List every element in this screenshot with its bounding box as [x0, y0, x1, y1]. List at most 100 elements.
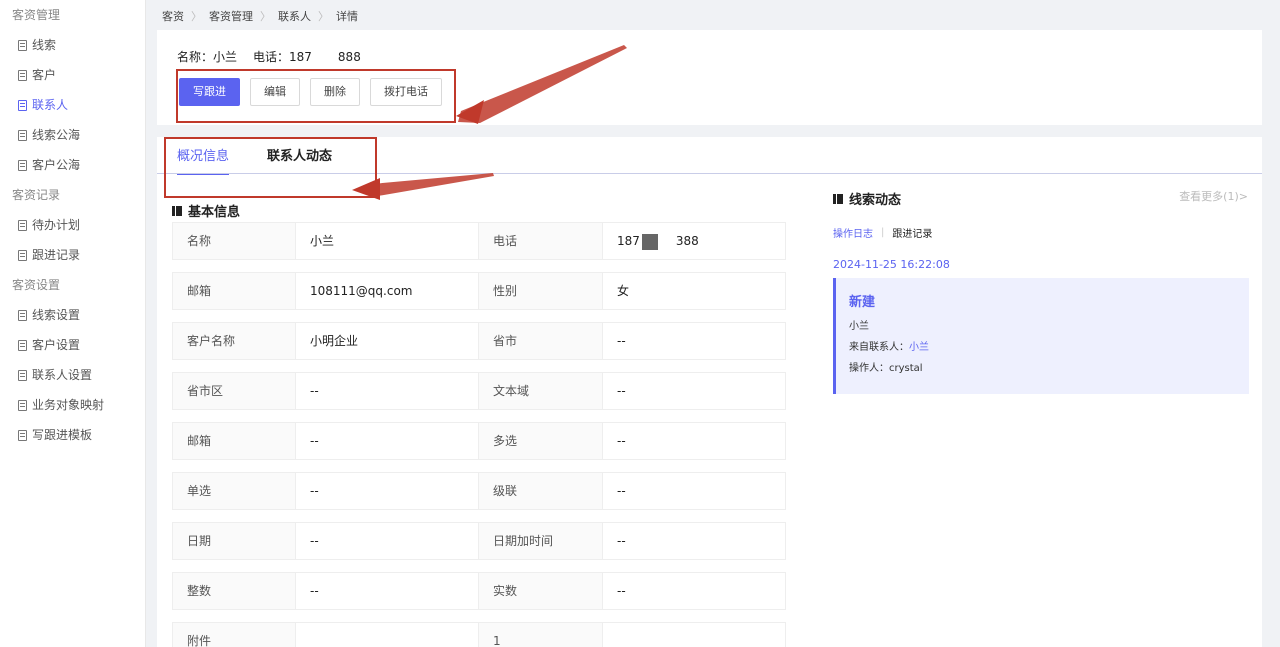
- sidebar-item-label: 客户: [32, 68, 57, 82]
- breadcrumb-item[interactable]: 联系人: [278, 8, 311, 24]
- table-row: 名称 小兰 电话 187 388: [172, 222, 787, 260]
- sidebar-item-customer-settings[interactable]: 客户设置: [0, 330, 145, 360]
- field-value: --: [296, 522, 479, 560]
- field-label: 省市区: [172, 372, 296, 410]
- field-value: --: [603, 472, 786, 510]
- book-icon: [172, 205, 182, 216]
- log-timestamp: 2024-11-25 16:22:08: [833, 258, 950, 271]
- contact-summary: 名称：小兰 电话：187 888: [177, 48, 361, 65]
- log-entry-subject: 小兰: [849, 321, 869, 332]
- table-row: 省市区 -- 文本域 --: [172, 372, 787, 410]
- document-icon: [18, 249, 27, 261]
- field-value: [603, 622, 786, 647]
- sidebar-group-customer-management: 客资管理: [12, 8, 61, 22]
- sidebar-item-label: 联系人设置: [32, 368, 93, 382]
- sidebar-item-follow-records[interactable]: 跟进记录: [0, 240, 145, 270]
- sidebar-item-lead-pool[interactable]: 线索公海: [0, 120, 145, 150]
- phone-prefix: 187: [617, 234, 640, 248]
- log-tabs: 操作日志 | 跟进记录: [833, 225, 932, 240]
- tab-separator: |: [881, 227, 885, 238]
- book-icon: [833, 193, 843, 204]
- dynamics-title-text: 线索动态: [849, 193, 902, 208]
- sidebar-item-label: 跟进记录: [32, 248, 81, 262]
- sidebar-item-customers[interactable]: 客户: [0, 60, 145, 90]
- breadcrumb-item[interactable]: 客资: [162, 8, 184, 24]
- sidebar-item-label: 联系人: [32, 98, 69, 112]
- breadcrumb-current: 详情: [336, 10, 358, 23]
- sidebar-group-settings: 客资设置: [12, 278, 61, 292]
- field-value: 108111@qq.com: [296, 272, 479, 310]
- field-value: --: [296, 472, 479, 510]
- field-label: 文本域: [479, 372, 603, 410]
- field-label: 实数: [479, 572, 603, 610]
- document-icon: [18, 69, 27, 81]
- field-label: 性别: [479, 272, 603, 310]
- phone-suffix: 388: [675, 234, 699, 248]
- document-icon: [18, 129, 27, 141]
- chevron-right-icon: 〉: [191, 10, 202, 23]
- sidebar-item-label: 线索设置: [32, 308, 81, 322]
- table-row: 客户名称 小明企业 省市 --: [172, 322, 787, 360]
- sidebar-item-label: 写跟进模板: [32, 428, 93, 442]
- document-icon: [18, 309, 27, 321]
- sidebar-item-customer-pool[interactable]: 客户公海: [0, 150, 145, 180]
- field-label: 邮箱: [172, 272, 296, 310]
- document-icon: [18, 39, 27, 51]
- field-value: 小兰: [296, 222, 479, 260]
- field-value: --: [603, 522, 786, 560]
- source-contact-link[interactable]: 小兰: [909, 342, 929, 353]
- chevron-right-icon: 〉: [318, 10, 329, 23]
- breadcrumb-item[interactable]: 客资管理: [209, 8, 253, 24]
- table-row: 附件 1: [172, 622, 787, 647]
- field-value: --: [603, 572, 786, 610]
- table-row: 整数 -- 实数 --: [172, 572, 787, 610]
- field-label: 1: [479, 622, 603, 647]
- field-label: 级联: [479, 472, 603, 510]
- phone-prefix: 电话：187: [253, 50, 312, 64]
- sidebar-item-label: 待办计划: [32, 218, 81, 232]
- sidebar-item-contact-settings[interactable]: 联系人设置: [0, 360, 145, 390]
- field-label: 名称: [172, 222, 296, 260]
- sidebar-item-object-mapping[interactable]: 业务对象映射: [0, 390, 145, 420]
- field-label: 单选: [172, 472, 296, 510]
- field-value: --: [296, 572, 479, 610]
- table-row: 邮箱 -- 多选 --: [172, 422, 787, 460]
- field-label: 多选: [479, 422, 603, 460]
- document-icon: [18, 369, 27, 381]
- field-value: --: [296, 422, 479, 460]
- table-row: 日期 -- 日期加时间 --: [172, 522, 787, 560]
- field-label: 客户名称: [172, 322, 296, 360]
- phone-suffix: 888: [337, 50, 361, 64]
- sidebar-item-label: 线索公海: [32, 128, 81, 142]
- sidebar-item-todo-plans[interactable]: 待办计划: [0, 210, 145, 240]
- field-label: 整数: [172, 572, 296, 610]
- sidebar-item-leads[interactable]: 线索: [0, 30, 145, 60]
- dynamics-title: 线索动态: [833, 189, 901, 208]
- field-value: 187 388: [603, 222, 786, 260]
- document-icon: [18, 399, 27, 411]
- field-value: [296, 622, 479, 647]
- sidebar-item-lead-settings[interactable]: 线索设置: [0, 300, 145, 330]
- sidebar-item-follow-template[interactable]: 写跟进模板: [0, 420, 145, 450]
- breadcrumb: 客资 〉 客资管理 〉 联系人 〉 详情: [162, 8, 358, 24]
- tab-operation-log[interactable]: 操作日志: [833, 225, 873, 240]
- log-entry-operator: 操作人：crystal: [849, 363, 923, 374]
- basic-info-table: 名称 小兰 电话 187 388 邮箱 108111@qq.com 性别 女 客户…: [172, 222, 787, 647]
- log-entry-title: 新建: [849, 295, 876, 310]
- table-row: 单选 -- 级联 --: [172, 472, 787, 510]
- field-label: 附件: [172, 622, 296, 647]
- log-entry-card: 新建 小兰 来自联系人：小兰 操作人：crystal: [833, 278, 1249, 394]
- sidebar: 客资管理 线索 客户 联系人 线索公海 客户公海 客资记录 待办计划 跟进记录 …: [0, 0, 146, 647]
- sidebar-item-label: 客户公海: [32, 158, 81, 172]
- annotation-box-tabs: [164, 137, 377, 198]
- field-value: 女: [603, 272, 786, 310]
- log-entry-source: 来自联系人：小兰: [849, 338, 1249, 353]
- view-more-link[interactable]: 查看更多(1)>: [1179, 188, 1248, 204]
- annotation-box-actions: [176, 69, 456, 123]
- sidebar-item-contacts[interactable]: 联系人: [0, 90, 145, 120]
- document-icon: [18, 159, 27, 171]
- tab-follow-records[interactable]: 跟进记录: [892, 225, 932, 240]
- document-icon: [18, 219, 27, 231]
- field-value: --: [603, 422, 786, 460]
- table-row: 邮箱 108111@qq.com 性别 女: [172, 272, 787, 310]
